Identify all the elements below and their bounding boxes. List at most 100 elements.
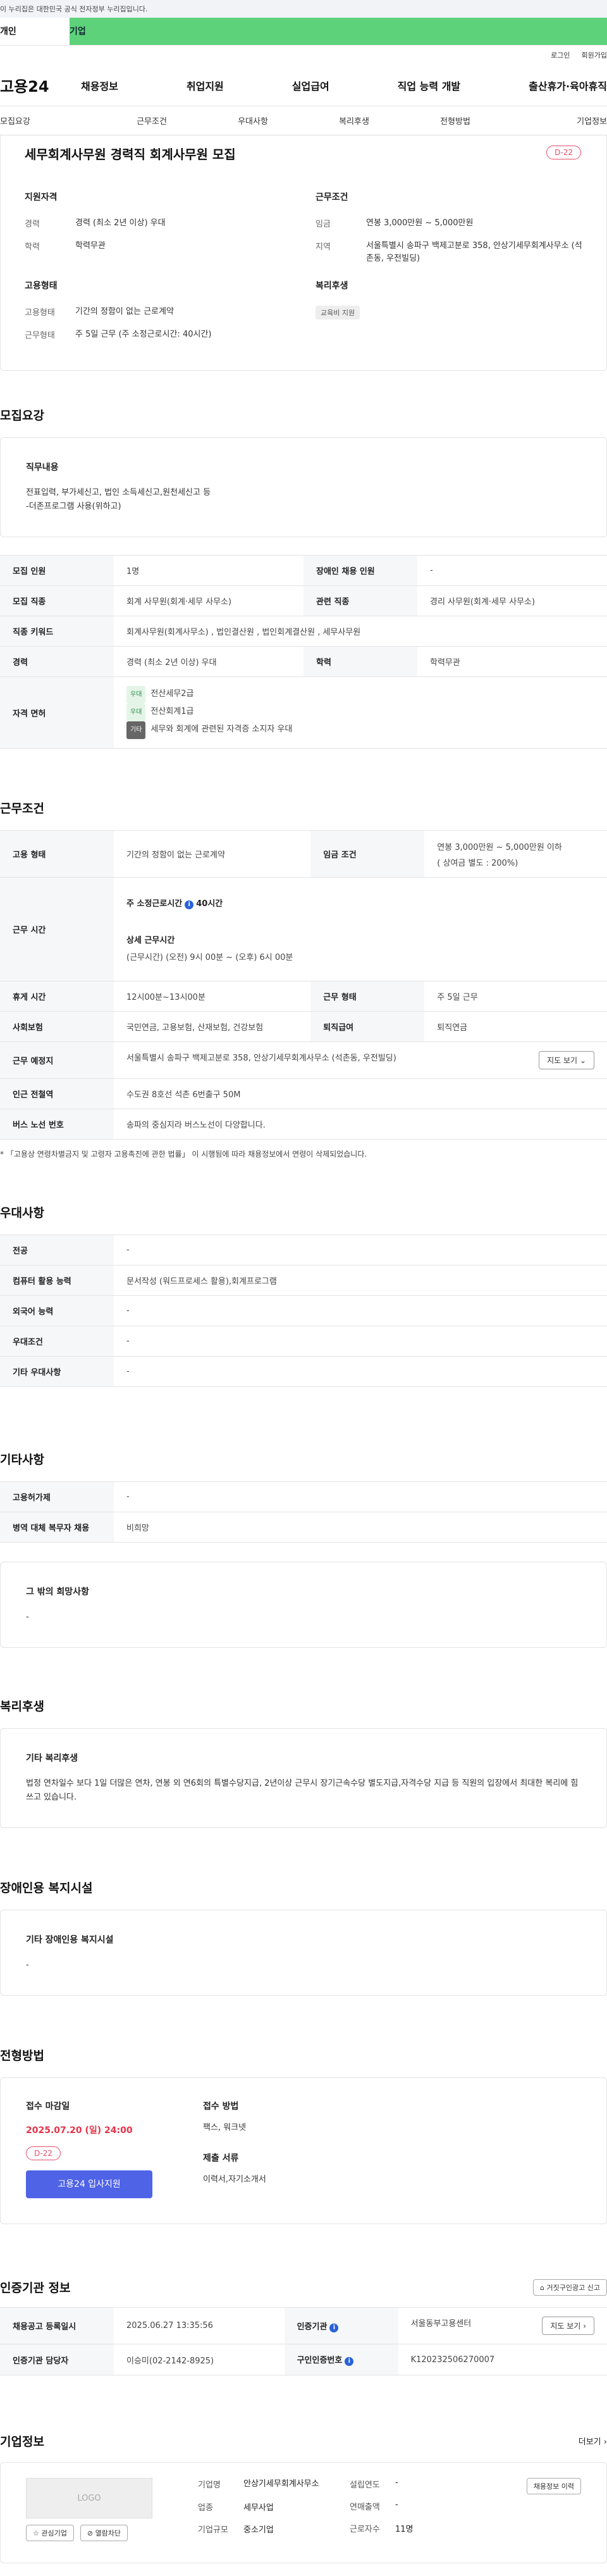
deadline-value: 2025.07.20 (일) 24:00 xyxy=(26,2125,133,2136)
industry-value: 세무사업 xyxy=(243,2503,274,2513)
user-tabs: 개인 기업 xyxy=(0,18,607,46)
map-view-button[interactable]: 지도 보기 › xyxy=(542,2317,594,2335)
major-key: 전공 xyxy=(0,1235,114,1266)
related-job-key: 관련 직종 xyxy=(304,585,417,616)
table-row: 전공 - xyxy=(0,1235,607,1266)
tab-recruit[interactable]: 모집요강 xyxy=(0,115,101,127)
pc-skill-key: 컴퓨터 활용 능력 xyxy=(0,1265,114,1296)
tab-company[interactable]: 기업정보 xyxy=(506,115,607,127)
map-view-label: 지도 보기 xyxy=(550,2322,581,2330)
pref-cond-value: - xyxy=(114,1326,607,1357)
welfare-body: 법정 연차일수 보다 1일 더많은 연차, 연봉 외 연6회의 특별수당지급, … xyxy=(26,1779,579,1802)
company-more-link[interactable]: 더보기 › xyxy=(579,2435,607,2447)
table-row: 인증기관 담당자 이승미(02-2142-8925) 구인인증번호 i K1202… xyxy=(0,2344,607,2375)
wage-cond-key: 임금 조건 xyxy=(310,830,425,878)
disabled-hire-key: 장애인 채용 인원 xyxy=(304,555,417,586)
hours-key: 근무 시간 xyxy=(0,877,114,981)
pref-etc-key: 기타 우대사항 xyxy=(0,1356,114,1387)
license-item: 전산세무2급 xyxy=(150,689,194,699)
work-section-title: 근무조건 xyxy=(0,802,44,816)
gnb-employment-support[interactable]: 취업지원 xyxy=(187,78,224,93)
hope-heading: 그 밖의 희망사항 xyxy=(26,1587,89,1597)
job-type-value: 회계 사무원(회계·세무 사무소) xyxy=(114,585,304,616)
duty-heading: 직무내용 xyxy=(26,463,59,473)
career-key: 경력 xyxy=(0,646,114,677)
job-summary: 세무회계사무원 경력직 회계사무원 모집 D-22 지원자격 경력 경력 (최소 … xyxy=(0,135,607,371)
rest-key: 휴게 시간 xyxy=(0,981,114,1012)
star-icon: ☆ xyxy=(33,2529,42,2537)
tab-business[interactable]: 기업 xyxy=(70,18,607,45)
docs-value: 이력서,자기소개서 xyxy=(203,2175,266,2184)
revenue-value: - xyxy=(395,2500,398,2510)
site-logo[interactable]: 고용24 xyxy=(0,74,81,96)
revenue-key: 연매출액 xyxy=(350,2503,380,2512)
work-shape-key: 근무형태 xyxy=(25,331,55,340)
gnb-unemployment-benefit[interactable]: 실업급여 xyxy=(292,78,329,93)
hours-value: 주 소정근로시간 i 40시간 상세 근무시간 (근무시간) (오전) 9시 00분… xyxy=(114,877,607,981)
tab-selection[interactable]: 전형방법 xyxy=(405,115,506,127)
gnb-jobs[interactable]: 채용정보 xyxy=(81,78,118,93)
workplace-key: 근무 예정지 xyxy=(0,1042,114,1079)
founded-key: 설립연도 xyxy=(350,2480,380,2490)
other-table: 고용허가제 - 병역 대체 복무자 채용 비희망 xyxy=(0,1481,607,1543)
table-row: 외국어 능력 - xyxy=(0,1295,607,1326)
welfare-title: 복리후생 xyxy=(316,281,348,291)
chevron-right-icon: › xyxy=(583,2322,586,2330)
education-value: 학력무관 xyxy=(417,646,607,677)
table-row: 근무 시간 주 소정근로시간 i 40시간 상세 근무시간 (근무시간) (오전) … xyxy=(0,877,607,981)
station-key: 인근 전철역 xyxy=(0,1078,114,1109)
welfare-heading: 기타 복리후생 xyxy=(26,1753,78,1764)
info-icon[interactable]: i xyxy=(329,2323,339,2332)
permit-value: - xyxy=(114,1481,607,1512)
tab-preferences[interactable]: 우대사항 xyxy=(202,115,304,127)
tab-business-label: 기업 xyxy=(70,27,86,37)
license-value: 우대 전산세무2급 우대 전산회계1급 기타 세무와 회계에 관련된 자격증 소지자 … xyxy=(114,676,607,749)
table-row: 기타 우대사항 - xyxy=(0,1356,607,1387)
interest-company-button[interactable]: ☆ 관심기업 xyxy=(26,2525,74,2541)
info-icon[interactable]: i xyxy=(185,900,194,909)
license-item: 전산회계1급 xyxy=(150,707,194,716)
report-fake-ad-button[interactable]: ⌂ 거짓구인광고 신고 xyxy=(533,2279,607,2296)
workplace-value: 서울특별시 송파구 백제고분로 358, 안상기세무회계사무소 (석촌동, 우전… xyxy=(114,1042,607,1079)
cert-manager-key: 인증기관 담당자 xyxy=(0,2344,114,2375)
employees-value: 11명 xyxy=(395,2525,414,2534)
reg-date-key: 채용공고 등록일시 xyxy=(0,2307,114,2344)
gnb-vocational-training[interactable]: 직업 능력 개발 xyxy=(398,78,460,93)
job-title: 세무회계사무원 경력직 회계사무원 모집 xyxy=(25,147,236,162)
military-value: 비희망 xyxy=(114,1512,607,1543)
table-row: 인근 전철역 수도권 8호선 석촌 6번출구 50M xyxy=(0,1078,607,1109)
hiring-history-button[interactable]: 채용정보 이력 xyxy=(526,2478,581,2494)
table-row: 채용공고 등록일시 2025.06.27 13:35:56 인증기관 i 서울동부… xyxy=(0,2307,607,2344)
employment-type-key: 고용형태 xyxy=(25,308,55,318)
welfare-section-title: 복리후생 xyxy=(0,1700,44,1714)
tab-welfare[interactable]: 복리후생 xyxy=(304,115,405,127)
cert-org-label: 인증기관 xyxy=(297,2322,328,2332)
rest-value: 12시00분~13시00분 xyxy=(114,981,311,1012)
retirement-key: 퇴직급여 xyxy=(310,1011,425,1042)
gnb-parental-leave[interactable]: 출산휴가·육아휴직 xyxy=(529,78,607,93)
conditions-title: 근무조건 xyxy=(316,192,348,202)
map-view-label: 지도 보기 xyxy=(547,1056,578,1065)
cert-number-label: 구인인증번호 xyxy=(297,2356,343,2365)
disability-heading: 기타 장애인용 복지시설 xyxy=(26,1935,114,1945)
login-link[interactable]: 로그인 xyxy=(551,50,570,60)
career-value: 경력 (최소 2년 이상) 우대 xyxy=(114,646,304,677)
welfare-chip: 교육비 지원 xyxy=(316,306,360,320)
bus-key: 버스 노선 번호 xyxy=(0,1109,114,1140)
cert-table: 채용공고 등록일시 2025.06.27 13:35:56 인증기관 i 서울동부… xyxy=(0,2307,607,2375)
cert-number-value: K120232506270007 xyxy=(398,2344,607,2375)
block-view-button[interactable]: ⊘ 열람차단 xyxy=(80,2525,128,2541)
deadline-label: 접수 마감일 xyxy=(26,2101,70,2112)
emp-type-value: 기간의 정함이 없는 근로계약 xyxy=(114,830,311,878)
info-icon[interactable]: i xyxy=(345,2357,354,2366)
docs-label: 제출 서류 xyxy=(203,2153,239,2163)
main-content: 세무회계사무원 경력직 회계사무원 모집 D-22 지원자격 경력 경력 (최소 … xyxy=(0,135,607,2576)
military-key: 병역 대체 복무자 채용 xyxy=(0,1512,114,1543)
tab-personal[interactable]: 개인 xyxy=(0,18,70,45)
region-key: 지역 xyxy=(316,242,331,252)
tab-work-conditions[interactable]: 근무조건 xyxy=(101,115,202,127)
map-view-button[interactable]: 지도 보기 ⌄ xyxy=(539,1051,594,1069)
disability-body: - xyxy=(26,1960,29,1970)
join-link[interactable]: 회원가입 xyxy=(582,50,607,60)
apply-button[interactable]: 고용24 입사지원 xyxy=(26,2170,152,2198)
